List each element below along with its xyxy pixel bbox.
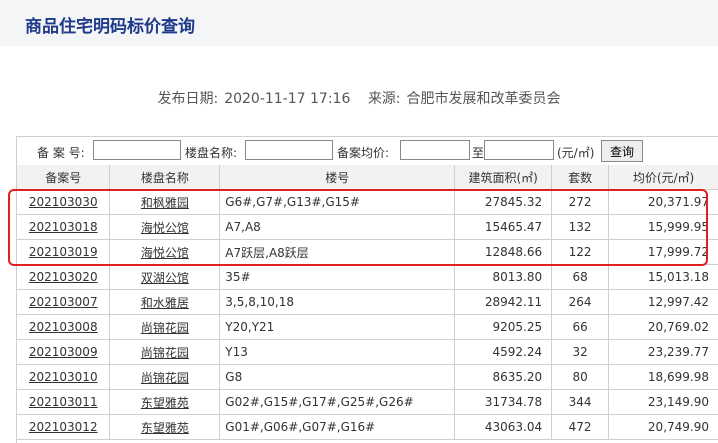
project-name-link[interactable]: 尚锦花园 — [141, 346, 189, 360]
floor-area-cell: 9205.25 — [454, 314, 553, 340]
project-name-cell: 尚锦花园 — [109, 339, 221, 365]
units-cell: 472 — [551, 414, 610, 440]
publish-info: 发布日期: 2020-11-17 17:16 来源: 合肥市发展和改革委员会 — [0, 88, 718, 108]
record-no-link[interactable]: 202103009 — [29, 345, 98, 359]
project-name-cell: 和水雅居 — [109, 289, 221, 315]
record-no-cell: 202103007 — [17, 289, 111, 315]
project-name-link[interactable]: 尚锦花园 — [141, 371, 189, 385]
price-range-to-label: 至 — [472, 146, 485, 160]
table-row: 202103011 东望雅苑 G02#,G15#,G17#,G25#,G26# 317… — [17, 389, 718, 415]
record-no-link[interactable]: 202103008 — [29, 320, 98, 334]
record-no-link[interactable]: 202103012 — [29, 420, 98, 434]
search-bar: 备 案 号: 楼盘名称: 备案均价: 至 (元/㎡) 查询 — [17, 137, 718, 166]
units-cell: 264 — [551, 289, 610, 315]
page-title: 商品住宅明码标价查询 — [25, 17, 195, 37]
record-no-link[interactable]: 202103011 — [29, 395, 98, 409]
avg-price-cell: 20,769.02 — [608, 314, 718, 340]
building-no-cell: G01#,G06#,G07#,G16# — [219, 414, 456, 440]
floor-area-cell: 8635.20 — [454, 364, 553, 390]
avg-price-label: 备案均价: — [337, 146, 390, 160]
project-name-link[interactable]: 和水雅居 — [141, 296, 189, 310]
record-no-link[interactable]: 202103010 — [29, 370, 98, 384]
project-name-link[interactable]: 东望雅苑 — [141, 421, 189, 435]
price-from-input[interactable] — [400, 140, 470, 160]
publish-date-label: 发布日期: — [157, 91, 219, 107]
avg-price-cell: 18,699.98 — [608, 364, 718, 390]
project-name-cell: 双湖公馆 — [109, 264, 221, 290]
project-name-label: 楼盘名称: — [185, 146, 238, 160]
avg-price-cell: 12,997.42 — [608, 289, 718, 315]
project-name-input[interactable] — [245, 140, 333, 160]
title-bar: 商品住宅明码标价查询 — [0, 0, 718, 46]
record-no-cell: 202103011 — [17, 389, 111, 415]
floor-area-cell: 4592.24 — [454, 339, 553, 365]
record-no-label: 备 案 号: — [37, 146, 85, 160]
floor-area-cell: 28942.11 — [454, 289, 553, 315]
project-name-cell: 尚锦花园 — [109, 364, 221, 390]
units-cell: 344 — [551, 389, 610, 415]
col-header-units: 套数 — [551, 165, 610, 190]
table-row: 202103020 双湖公馆 35# 8013.80 68 15,013.18 — [17, 264, 718, 290]
building-no-cell: Y20,Y21 — [219, 314, 456, 340]
project-name-cell: 尚锦花园 — [109, 314, 221, 340]
record-no-link[interactable]: 202103020 — [29, 270, 98, 284]
col-header-avg-price: 均价(元/㎡) — [608, 165, 718, 190]
project-name-cell: 东望雅苑 — [109, 414, 221, 440]
col-header-record-no: 备案号 — [17, 165, 111, 190]
project-name-link[interactable]: 双湖公馆 — [141, 271, 189, 285]
price-table-panel: 备 案 号: 楼盘名称: 备案均价: 至 (元/㎡) 查询 备案号 楼盘名称 楼… — [16, 136, 718, 443]
building-no-cell: G02#,G15#,G17#,G25#,G26# — [219, 389, 456, 415]
publish-date: 2020-11-17 17:16 — [224, 91, 351, 107]
floor-area-cell: 8013.80 — [454, 264, 553, 290]
units-cell: 80 — [551, 364, 610, 390]
table-row: 202103009 尚锦花园 Y13 4592.24 32 23,239.77 — [17, 339, 718, 365]
building-no-cell: 3,5,8,10,18 — [219, 289, 456, 315]
record-no-cell: 202103008 — [17, 314, 111, 340]
table-row: 202103012 东望雅苑 G01#,G06#,G07#,G16# 43063.04… — [17, 414, 718, 440]
col-header-building-no: 楼号 — [219, 165, 456, 190]
building-no-cell: G8 — [219, 364, 456, 390]
avg-price-cell: 23,239.77 — [608, 339, 718, 365]
building-no-cell: 35# — [219, 264, 456, 290]
price-unit-label: (元/㎡) — [557, 146, 595, 160]
highlight-box — [8, 189, 708, 266]
units-cell: 68 — [551, 264, 610, 290]
table-row: 202103007 和水雅居 3,5,8,10,18 28942.11 264 12,99… — [17, 289, 718, 315]
units-cell: 66 — [551, 314, 610, 340]
record-no-input[interactable] — [93, 140, 181, 160]
project-name-cell: 东望雅苑 — [109, 389, 221, 415]
col-header-floor-area: 建筑面积(㎡) — [454, 165, 553, 190]
project-name-link[interactable]: 东望雅苑 — [141, 396, 189, 410]
record-no-cell: 202103020 — [17, 264, 111, 290]
table-header-row: 备案号 楼盘名称 楼号 建筑面积(㎡) 套数 均价(元/㎡) — [17, 165, 718, 190]
record-no-cell: 202103010 — [17, 364, 111, 390]
avg-price-cell: 23,149.90 — [608, 389, 718, 415]
source-value: 合肥市发展和改革委员会 — [406, 91, 561, 107]
record-no-cell: 202103012 — [17, 414, 111, 440]
project-name-link[interactable]: 尚锦花园 — [141, 321, 189, 335]
units-cell: 32 — [551, 339, 610, 365]
source-label: 来源: — [367, 91, 401, 107]
record-no-cell: 202103009 — [17, 339, 111, 365]
building-no-cell: Y13 — [219, 339, 456, 365]
query-button[interactable]: 查询 — [601, 140, 643, 162]
avg-price-cell: 15,013.18 — [608, 264, 718, 290]
table-row: 202103010 尚锦花园 G8 8635.20 80 18,699.98 — [17, 364, 718, 390]
floor-area-cell: 31734.78 — [454, 389, 553, 415]
avg-price-cell: 20,749.90 — [608, 414, 718, 440]
col-header-project-name: 楼盘名称 — [109, 165, 221, 190]
record-no-link[interactable]: 202103007 — [29, 295, 98, 309]
price-to-input[interactable] — [484, 140, 554, 160]
floor-area-cell: 43063.04 — [454, 414, 553, 440]
table-row: 202103008 尚锦花园 Y20,Y21 9205.25 66 20,769.02 — [17, 314, 718, 340]
